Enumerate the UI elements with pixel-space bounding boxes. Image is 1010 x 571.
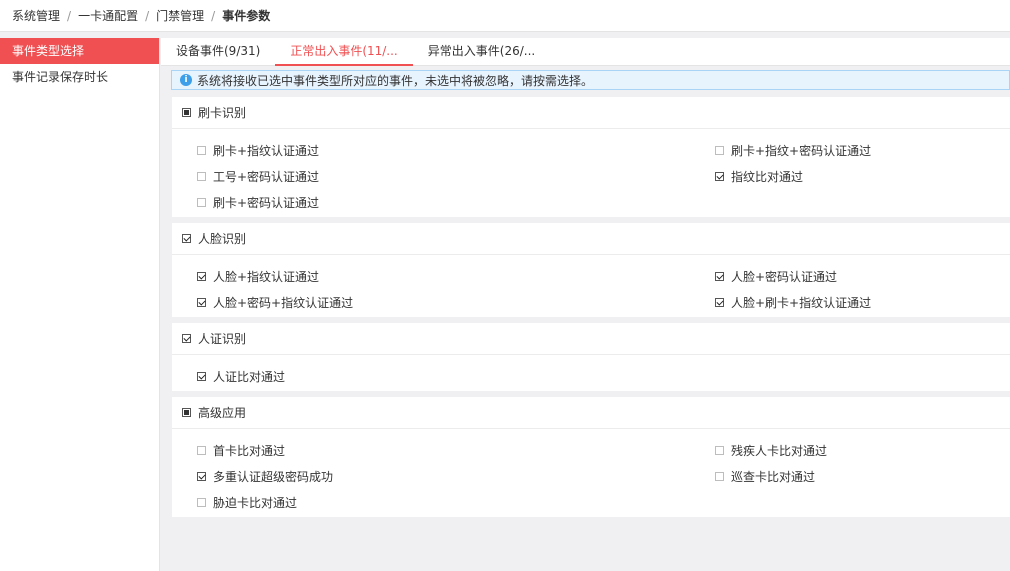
checkbox-label: 残疾人卡比对通过	[731, 443, 828, 458]
event-group-id-card: 人证识别人证比对通过	[172, 323, 1010, 391]
group-header[interactable]: 人脸识别	[172, 223, 1010, 255]
info-banner: i 系统将接收已选中事件类型所对应的事件，未选中将被忽略，请按需选择。	[171, 70, 1010, 90]
checkbox-label: 指纹比对通过	[731, 169, 804, 184]
checkbox-row: 工号+密码认证通过 指纹比对通过	[172, 163, 1010, 189]
checkbox-label: 人脸+密码+指纹认证通过	[213, 295, 354, 310]
breadcrumb-item-card-config[interactable]: 一卡通配置	[78, 7, 138, 24]
group-checkbox[interactable]	[182, 334, 191, 343]
breadcrumb-separator: /	[67, 8, 72, 23]
checkbox[interactable]	[197, 197, 206, 207]
event-checkbox-item[interactable]: 指纹比对通过	[715, 163, 803, 189]
sidebar-item-event-retention[interactable]: 事件记录保存时长	[0, 64, 159, 90]
event-groups: 刷卡识别刷卡+指纹认证通过 刷卡+指纹+密码认证通过工号+密码认证通过 指纹比对通过…	[161, 97, 1010, 517]
breadcrumb-separator: /	[145, 8, 150, 23]
checkbox[interactable]	[197, 297, 206, 307]
event-checkbox-item[interactable]: 巡查卡比对通过	[715, 463, 815, 489]
checkbox[interactable]	[197, 471, 206, 481]
tab-normal-access-events[interactable]: 正常出入事件(11/...	[275, 38, 413, 66]
checkbox-label: 胁迫卡比对通过	[213, 495, 298, 510]
checkbox-label: 刷卡+指纹+密码认证通过	[731, 143, 872, 158]
checkbox-label: 人脸+刷卡+指纹认证通过	[731, 295, 872, 310]
checkbox-row: 胁迫卡比对通过	[172, 489, 1010, 515]
group-checkbox[interactable]	[182, 108, 191, 117]
checkbox[interactable]	[197, 497, 206, 507]
event-checkbox-item[interactable]: 人脸+密码认证通过	[715, 263, 837, 289]
checkbox-row: 首卡比对通过 残疾人卡比对通过	[172, 437, 1010, 463]
checkbox-label: 人脸+指纹认证通过	[213, 269, 320, 284]
info-text: 系统将接收已选中事件类型所对应的事件，未选中将被忽略，请按需选择。	[197, 73, 594, 88]
checkbox[interactable]	[197, 445, 206, 455]
event-group-advanced: 高级应用首卡比对通过 残疾人卡比对通过多重认证超级密码成功 巡查卡比对通过胁迫卡比对…	[172, 397, 1010, 517]
checkbox[interactable]	[197, 171, 206, 181]
group-body: 刷卡+指纹认证通过 刷卡+指纹+密码认证通过工号+密码认证通过 指纹比对通过刷卡+密…	[172, 129, 1010, 217]
breadcrumb-item-system[interactable]: 系统管理	[12, 7, 60, 24]
sidebar: 事件类型选择 事件记录保存时长	[0, 38, 160, 571]
info-icon: i	[180, 74, 192, 86]
group-header[interactable]: 人证识别	[172, 323, 1010, 355]
checkbox-row: 多重认证超级密码成功 巡查卡比对通过	[172, 463, 1010, 489]
sidebar-item-event-type-selection[interactable]: 事件类型选择	[0, 38, 159, 64]
group-body: 人证比对通过	[172, 355, 1010, 391]
event-checkbox-item[interactable]: 胁迫卡比对通过	[197, 489, 297, 515]
event-group-card: 刷卡识别刷卡+指纹认证通过 刷卡+指纹+密码认证通过工号+密码认证通过 指纹比对通过…	[172, 97, 1010, 217]
checkbox[interactable]	[197, 371, 206, 381]
event-checkbox-item[interactable]: 多重认证超级密码成功	[197, 463, 333, 489]
breadcrumb: 系统管理 / 一卡通配置 / 门禁管理 / 事件参数	[0, 0, 1010, 32]
tab-bar: 设备事件(9/31) 正常出入事件(11/... 异常出入事件(26/...	[161, 38, 1010, 66]
event-checkbox-item[interactable]: 刷卡+密码认证通过	[197, 189, 319, 215]
checkbox-label: 刷卡+指纹认证通过	[213, 143, 320, 158]
checkbox-label: 巡查卡比对通过	[731, 469, 816, 484]
checkbox[interactable]	[715, 471, 724, 481]
group-body: 人脸+指纹认证通过 人脸+密码认证通过人脸+密码+指纹认证通过 人脸+刷卡+指纹认证…	[172, 255, 1010, 317]
checkbox[interactable]	[715, 171, 724, 181]
checkbox-label: 首卡比对通过	[213, 443, 286, 458]
event-checkbox-item[interactable]: 人脸+指纹认证通过	[197, 263, 319, 289]
tab-abnormal-access-events[interactable]: 异常出入事件(26/...	[413, 38, 550, 66]
checkbox-row: 人脸+密码+指纹认证通过 人脸+刷卡+指纹认证通过	[172, 289, 1010, 315]
group-checkbox[interactable]	[182, 234, 191, 243]
breadcrumb-separator: /	[211, 8, 216, 23]
group-header[interactable]: 高级应用	[172, 397, 1010, 429]
event-checkbox-item[interactable]: 工号+密码认证通过	[197, 163, 319, 189]
main-content: 设备事件(9/31) 正常出入事件(11/... 异常出入事件(26/... i…	[161, 38, 1010, 571]
group-checkbox[interactable]	[182, 408, 191, 417]
group-title: 人脸识别	[198, 232, 247, 246]
checkbox[interactable]	[715, 145, 724, 155]
checkbox[interactable]	[715, 445, 724, 455]
breadcrumb-item-event-params: 事件参数	[222, 9, 271, 23]
group-title: 人证识别	[198, 332, 247, 346]
checkbox-label: 刷卡+密码认证通过	[213, 195, 320, 210]
event-checkbox-item[interactable]: 残疾人卡比对通过	[715, 437, 827, 463]
checkbox-label: 工号+密码认证通过	[213, 169, 320, 184]
group-body: 首卡比对通过 残疾人卡比对通过多重认证超级密码成功 巡查卡比对通过胁迫卡比对通过	[172, 429, 1010, 517]
event-checkbox-item[interactable]: 人脸+刷卡+指纹认证通过	[715, 289, 871, 315]
checkbox[interactable]	[197, 145, 206, 155]
checkbox-label: 人脸+密码认证通过	[731, 269, 838, 284]
checkbox[interactable]	[715, 271, 724, 281]
event-checkbox-item[interactable]: 首卡比对通过	[197, 437, 285, 463]
checkbox-label: 人证比对通过	[213, 369, 286, 384]
group-header[interactable]: 刷卡识别	[172, 97, 1010, 129]
group-title: 刷卡识别	[198, 106, 247, 120]
event-checkbox-item[interactable]: 刷卡+指纹+密码认证通过	[715, 137, 871, 163]
checkbox-row: 人脸+指纹认证通过 人脸+密码认证通过	[172, 263, 1010, 289]
checkbox-row: 人证比对通过	[172, 363, 1010, 389]
breadcrumb-item-access-control[interactable]: 门禁管理	[156, 7, 204, 24]
checkbox-row: 刷卡+指纹认证通过 刷卡+指纹+密码认证通过	[172, 137, 1010, 163]
group-title: 高级应用	[198, 406, 247, 420]
checkbox[interactable]	[715, 297, 724, 307]
checkbox-row: 刷卡+密码认证通过	[172, 189, 1010, 215]
event-checkbox-item[interactable]: 人证比对通过	[197, 363, 285, 389]
tab-device-events[interactable]: 设备事件(9/31)	[161, 38, 275, 66]
checkbox[interactable]	[197, 271, 206, 281]
event-checkbox-item[interactable]: 人脸+密码+指纹认证通过	[197, 289, 353, 315]
event-checkbox-item[interactable]: 刷卡+指纹认证通过	[197, 137, 319, 163]
checkbox-label: 多重认证超级密码成功	[213, 469, 334, 484]
event-group-face: 人脸识别人脸+指纹认证通过 人脸+密码认证通过人脸+密码+指纹认证通过 人脸+刷卡+…	[172, 223, 1010, 317]
